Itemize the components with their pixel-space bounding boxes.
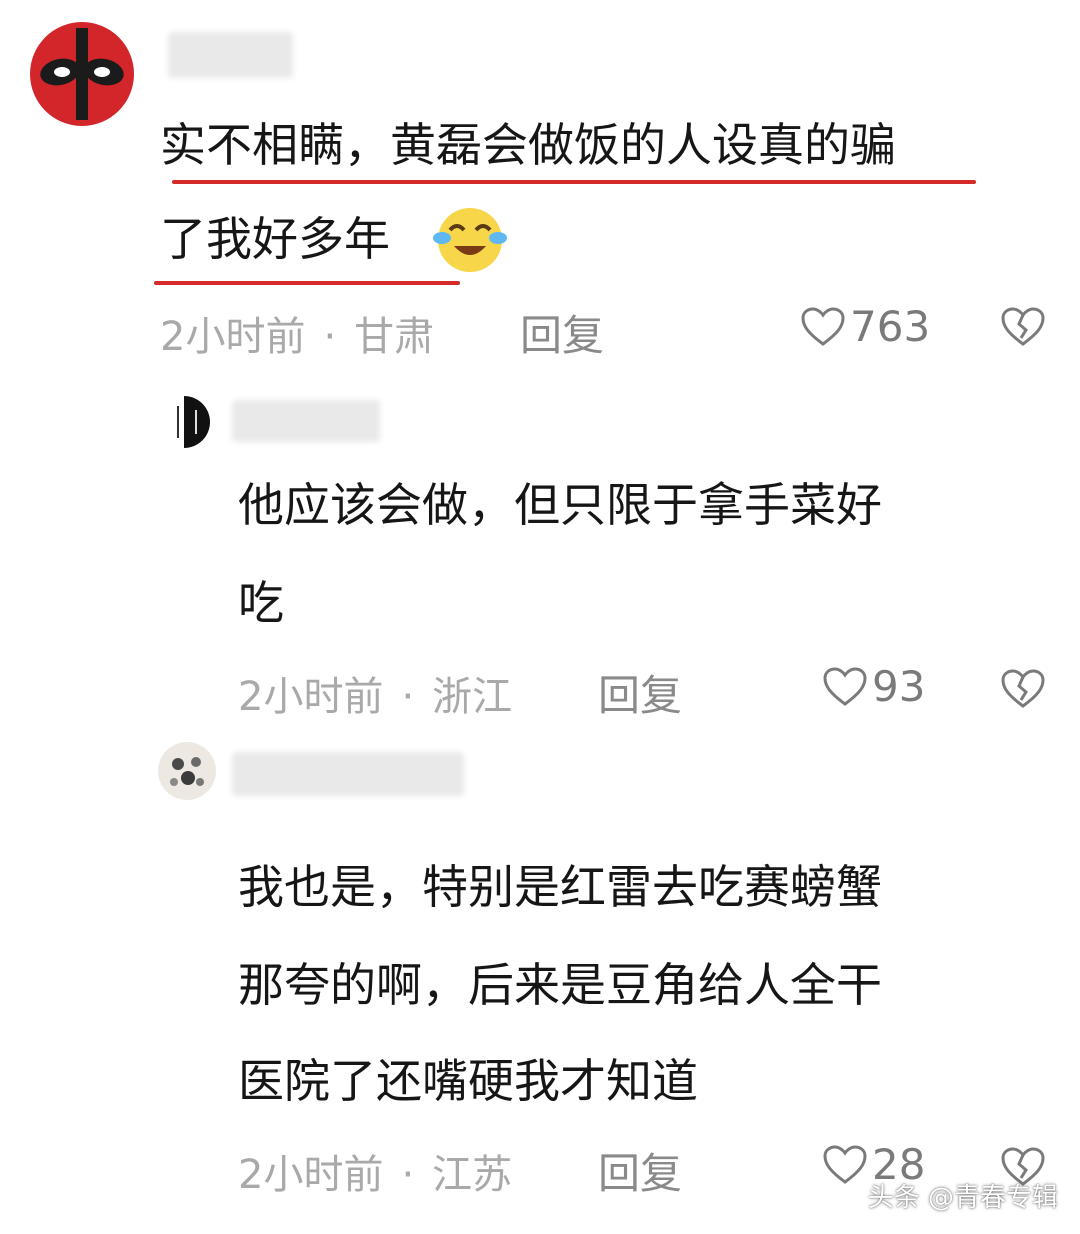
meta-separator: · <box>323 314 337 360</box>
comment-time: 2小时前 <box>160 314 306 360</box>
highlight-underline <box>172 180 976 184</box>
comment-text-line: 了我好多年 <box>160 212 390 266</box>
heart-icon <box>823 1144 867 1184</box>
username-blurred[interactable] <box>232 400 380 442</box>
reply-button[interactable]: 回复 <box>598 662 682 723</box>
dislike-button[interactable] <box>1000 668 1046 714</box>
heart-icon <box>801 306 845 346</box>
reply-text-line: 那夸的啊，后来是豆角给人全干 <box>238 958 882 1012</box>
reply-text-line: 他应该会做，但只限于拿手菜好 <box>238 478 882 532</box>
like-count: 93 <box>872 662 926 711</box>
calligraphy-avatar[interactable] <box>164 394 214 450</box>
comment-meta: 2小时前 · 浙江 <box>238 664 512 722</box>
dislike-button[interactable] <box>1000 306 1046 352</box>
pattern-avatar[interactable] <box>158 742 216 800</box>
comment-meta: 2小时前 · 甘肃 <box>160 304 434 362</box>
heart-icon <box>823 666 867 706</box>
tears-of-joy-emoji <box>432 204 508 278</box>
reply-text-line: 我也是，特别是红雷去吃赛螃蟹 <box>238 860 882 914</box>
watermark: 头条 @青春专辑 <box>867 1183 1058 1213</box>
comment-time: 2小时前 <box>238 1152 384 1198</box>
username-blurred[interactable] <box>168 32 293 78</box>
like-button[interactable]: 763 <box>800 302 930 351</box>
username-blurred[interactable] <box>232 752 464 796</box>
deadpool-mask-avatar[interactable] <box>30 22 134 126</box>
reply-text-line: 吃 <box>238 576 284 630</box>
like-button[interactable]: 93 <box>822 662 925 711</box>
reply-button[interactable]: 回复 <box>598 1140 682 1201</box>
broken-heart-icon <box>1001 669 1045 708</box>
comment-time: 2小时前 <box>238 674 384 720</box>
comment-location: 江苏 <box>432 1152 513 1198</box>
meta-separator: · <box>401 1152 415 1198</box>
highlight-underline <box>154 281 460 285</box>
broken-heart-icon <box>1001 307 1045 346</box>
comment-location: 甘肃 <box>354 314 435 360</box>
comment-meta: 2小时前 · 江苏 <box>238 1142 512 1200</box>
comment-location: 浙江 <box>432 674 513 720</box>
meta-separator: · <box>401 674 415 720</box>
reply-text-line: 医院了还嘴硬我才知道 <box>238 1054 698 1108</box>
like-count: 763 <box>850 302 931 351</box>
reply-button[interactable]: 回复 <box>520 302 604 363</box>
